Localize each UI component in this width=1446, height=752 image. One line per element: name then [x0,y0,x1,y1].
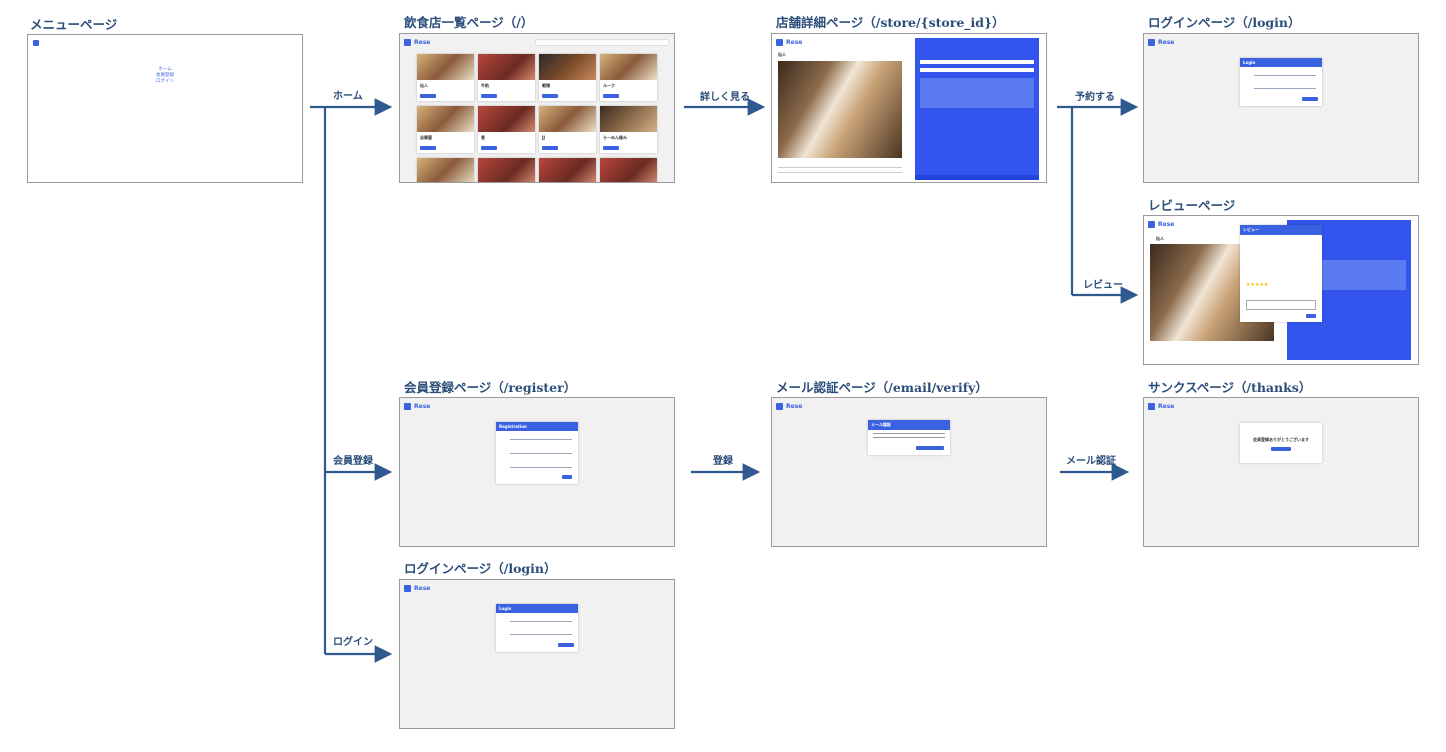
reserve-button[interactable] [915,175,1039,180]
menu-icon [404,585,411,592]
rese-logo[interactable]: Rese [776,403,802,410]
reservation-panel [915,38,1039,180]
menu-page-title: メニューページ [30,17,118,32]
login-page-thumbnail-a: Rese Login [1143,33,1419,183]
edge-label-mail-verify: メール認証 [1066,456,1116,467]
shop-list-page-thumbnail: Rese 仙人 牛助 戦慄 ルーク 志摩屋 香 JJ らーめん極み [399,33,675,183]
verify-page-title: メール認証ページ（/email/verify） [776,380,988,395]
shop-card[interactable] [539,158,596,182]
thanks-card: 会員登録ありがとうございます [1240,423,1322,463]
password-field[interactable] [510,467,572,468]
login-page-title-a: ログインページ（/login） [1148,15,1301,30]
thanks-page-thumbnail: Rese 会員登録ありがとうございます [1143,397,1419,547]
close-icon[interactable] [33,40,39,46]
shop-card[interactable]: 志摩屋 [417,106,474,153]
login-card: Login [1240,58,1322,106]
registration-card: Registration [496,422,578,484]
verify-page-thumbnail: Rese メール認証 [771,397,1047,547]
shop-name: 仙人 [778,52,786,57]
shop-card[interactable] [600,158,657,182]
login-page-thumbnail-b: Rese Login [399,579,675,729]
edge-label-signup: 登録 [713,456,733,467]
comment-field[interactable] [1246,300,1316,310]
menu-icon [404,403,411,410]
email-field[interactable] [510,453,572,454]
menu-icon [1148,39,1155,46]
rese-logo[interactable]: Rese [404,403,430,410]
thanks-message: 会員登録ありがとうございます [1253,437,1309,442]
register-page-title: 会員登録ページ（/register） [404,380,577,395]
shop-card[interactable] [417,158,474,182]
edge-label-home: ホーム [333,91,363,102]
menu-icon [776,39,783,46]
rese-logo[interactable]: Rese [404,39,430,46]
edge-label-review: レビュー [1083,280,1123,291]
review-modal: レビュー ★★★★★ [1240,225,1322,322]
email-field[interactable] [510,621,572,622]
shop-card[interactable]: JJ [539,106,596,153]
menu-icon [1148,221,1155,228]
shop-card[interactable]: 香 [478,106,535,153]
password-field[interactable] [1254,88,1316,89]
login-button[interactable] [1302,97,1318,101]
rese-logo[interactable]: Rese [1148,403,1174,410]
rese-logo[interactable]: Rese [1148,39,1174,46]
rating-stars[interactable]: ★★★★★ [1246,282,1268,288]
shop-card[interactable]: 仙人 [417,54,474,101]
shop-photo [778,61,902,158]
submit-review-button[interactable] [1306,314,1316,318]
login-page-title-b: ログインページ（/login） [404,561,557,576]
register-page-thumbnail: Rese Registration [399,397,675,547]
edge-label-details: 詳しく見る [700,92,750,103]
menu-icon [404,39,411,46]
login-card: Login [496,604,578,652]
shop-detail-page-title: 店舗詳細ページ（/store/{store_id}） [776,15,1005,30]
review-page-thumbnail: Rese 仙人 レビュー ★★★★★ [1143,215,1419,365]
menu-link-login[interactable]: ログイン [28,79,302,85]
rese-logo[interactable]: Rese [404,585,430,592]
shop-card[interactable] [478,158,535,182]
verify-card: メール認証 [868,420,950,455]
menu-icon [776,403,783,410]
review-page-title: レビューページ [1148,198,1236,213]
go-login-button[interactable] [1271,447,1291,451]
edge-label-login: ログイン [333,637,373,648]
shop-card[interactable]: 牛助 [478,54,535,101]
shop-card[interactable]: 戦慄 [539,54,596,101]
rese-logo[interactable]: Rese [1148,221,1174,228]
thanks-page-title: サンクスページ（/thanks） [1148,380,1312,395]
menu-icon [1148,403,1155,410]
register-button[interactable] [562,475,572,479]
email-field[interactable] [1254,75,1316,76]
edge-label-reserve: 予約する [1075,92,1115,103]
menu-page-thumbnail: ホーム 会員登録 ログイン [27,34,303,183]
search-bar[interactable] [536,40,668,45]
resend-verification-button[interactable] [916,446,944,450]
edge-label-register: 会員登録 [333,456,373,467]
shop-card[interactable]: ルーク [600,54,657,101]
name-field[interactable] [510,439,572,440]
password-field[interactable] [510,634,572,635]
shop-card[interactable]: らーめん極み [600,106,657,153]
shop-list-page-title: 飲食店一覧ページ（/） [404,15,534,30]
login-button[interactable] [558,643,574,647]
shop-detail-page-thumbnail: Rese 仙人 [771,33,1047,183]
rese-logo[interactable]: Rese [776,39,802,46]
